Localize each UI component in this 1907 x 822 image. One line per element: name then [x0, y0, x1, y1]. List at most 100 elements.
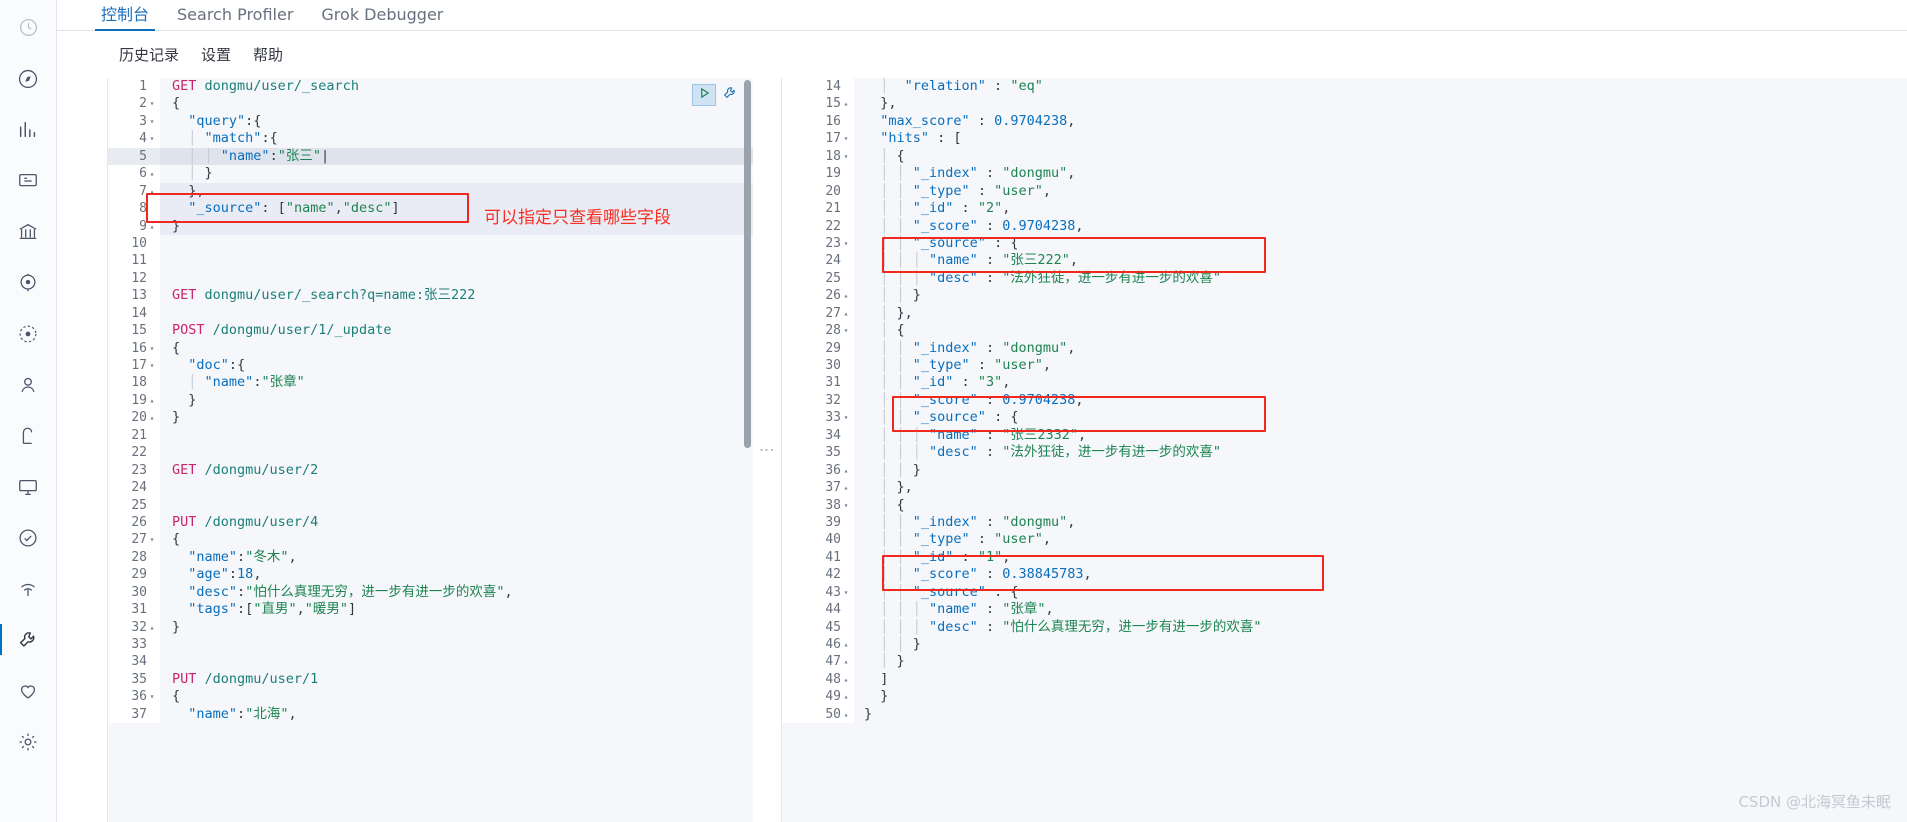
fold-toggle-icon[interactable]: ▴: [841, 305, 851, 322]
response-line[interactable]: 18 ▾ │ {: [782, 147, 1907, 166]
response-pane[interactable]: 14 │ "relation" : "eq" 15 ▴ }, 16 "max_scor…: [781, 78, 1907, 822]
response-line[interactable]: 20 │ │ "_type" : "user",: [782, 182, 1907, 201]
request-line[interactable]: 33: [108, 636, 753, 654]
dev-tools-tabs[interactable]: 控制台 Search Profiler Grok Debugger: [57, 0, 1907, 31]
request-editor[interactable]: 1 GET dongmu/user/_search 2 ▾{3 ▾ "query":{4…: [108, 78, 753, 822]
fold-toggle-icon[interactable]: ▴: [147, 218, 157, 235]
request-line[interactable]: 6 ▴ │ }: [108, 165, 753, 183]
fold-toggle-icon[interactable]: ▾: [147, 113, 157, 130]
request-line[interactable]: 36 ▾ {: [108, 688, 753, 706]
response-line[interactable]: 46 ▴ │ │ }: [782, 636, 1907, 654]
response-line[interactable]: 47 ▴ │ }: [782, 653, 1907, 671]
response-line[interactable]: 22 │ │ "_score" : 0.9704238,: [782, 217, 1907, 235]
response-line[interactable]: 49 ▴ }: [782, 688, 1907, 706]
request-line[interactable]: 24: [108, 479, 753, 497]
request-line[interactable]: 27 ▾ {: [108, 531, 753, 549]
fold-toggle-icon[interactable]: ▴: [841, 706, 851, 723]
fold-toggle-icon[interactable]: ▴: [841, 671, 851, 688]
tab-search-profiler[interactable]: Search Profiler: [163, 7, 307, 30]
fold-toggle-icon[interactable]: ▾: [841, 235, 851, 252]
request-line[interactable]: 14: [108, 304, 753, 323]
response-line[interactable]: 48 ▴ ]: [782, 670, 1907, 689]
rail-item-uptime[interactable]: [0, 359, 57, 410]
response-line[interactable]: 45 │ │ │ "desc" : "怕什么真理无穷，进一步有进一步的欢喜": [782, 618, 1907, 637]
request-line[interactable]: 17 ▾ "doc":{: [108, 357, 753, 375]
rail-item-graph[interactable]: [0, 308, 57, 359]
response-line[interactable]: 36 ▴ │ │ }: [782, 461, 1907, 480]
request-line[interactable]: 37 "name":"北海",: [108, 705, 753, 724]
fold-toggle-icon[interactable]: ▴: [147, 392, 157, 409]
response-line[interactable]: 33 ▾ │ │ "_source" : {: [782, 409, 1907, 427]
request-line[interactable]: 7 ▴ },: [108, 182, 753, 201]
request-line[interactable]: 10: [108, 234, 753, 253]
request-line[interactable]: 31 "tags":["直男","暖男"]: [108, 601, 753, 619]
fold-toggle-icon[interactable]: ▾: [841, 148, 851, 165]
fold-toggle-icon[interactable]: ▾: [841, 409, 851, 426]
rail-item-logs[interactable]: [0, 512, 57, 563]
fold-toggle-icon[interactable]: ▾: [841, 130, 851, 147]
request-line[interactable]: 22: [108, 444, 753, 462]
fold-toggle-icon[interactable]: ▾: [147, 130, 157, 147]
response-line[interactable]: 27 ▴ │ },: [782, 304, 1907, 323]
request-line[interactable]: 4 ▾ │ "match":{: [108, 130, 753, 148]
rail-item-stack-monitoring[interactable]: [0, 665, 57, 716]
request-line[interactable]: 2 ▾ {: [108, 95, 753, 113]
response-line[interactable]: 14 │ "relation" : "eq": [782, 78, 1907, 96]
request-line[interactable]: 12: [108, 269, 753, 288]
fold-toggle-icon[interactable]: ▴: [841, 636, 851, 653]
response-line[interactable]: 44 │ │ │ "name" : "张章",: [782, 601, 1907, 619]
request-line[interactable]: 34: [108, 653, 753, 671]
response-line[interactable]: 35 │ │ │ "desc" : "法外狂徒，进一步有进一步的欢喜": [782, 444, 1907, 462]
request-line[interactable]: 1 GET dongmu/user/_search: [108, 78, 753, 96]
response-line[interactable]: 50 ▴}: [782, 705, 1907, 724]
request-line[interactable]: 30 "desc":"怕什么真理无穷，进一步有进一步的欢喜",: [108, 583, 753, 602]
response-line[interactable]: 29 │ │ "_index" : "dongmu",: [782, 339, 1907, 358]
rail-item-metrics[interactable]: [0, 461, 57, 512]
fold-toggle-icon[interactable]: ▴: [841, 462, 851, 479]
response-line[interactable]: 19 │ │ "_index" : "dongmu",: [782, 165, 1907, 183]
fold-toggle-icon[interactable]: ▴: [841, 287, 851, 304]
rail-item-dashboard[interactable]: [0, 104, 57, 155]
request-line[interactable]: 29 "age":18,: [108, 566, 753, 584]
response-line[interactable]: 34 │ │ │ "name" : "张三2332",: [782, 426, 1907, 445]
rail-item-observability[interactable]: [0, 563, 57, 614]
response-line[interactable]: 38 ▾ │ {: [782, 496, 1907, 514]
response-line[interactable]: 32 │ │ "_score" : 0.9704238,: [782, 391, 1907, 410]
rail-item-management[interactable]: [0, 716, 57, 767]
fold-toggle-icon[interactable]: ▴: [841, 479, 851, 496]
request-line[interactable]: 5 │ │ "name":"张三"|: [108, 147, 753, 166]
response-line[interactable]: 23 ▾ │ │ "_source" : {: [782, 234, 1907, 253]
response-line[interactable]: 41 │ │ "_id" : "1",: [782, 548, 1907, 567]
response-line[interactable]: 43 ▾ │ │ "_source" : {: [782, 583, 1907, 602]
rail-item-dev-tools[interactable]: [0, 614, 57, 665]
request-line[interactable]: 25: [108, 496, 753, 514]
fold-toggle-icon[interactable]: ▴: [147, 619, 157, 636]
rail-item-canvas[interactable]: [0, 155, 57, 206]
response-line[interactable]: 42 │ │ "_score" : 0.38845783,: [782, 566, 1907, 584]
fold-toggle-icon[interactable]: ▾: [841, 322, 851, 339]
rail-item-recently-viewed[interactable]: [0, 2, 57, 53]
response-line[interactable]: 39 │ │ "_index" : "dongmu",: [782, 513, 1907, 532]
request-editor-pane[interactable]: 1 GET dongmu/user/_search 2 ▾{3 ▾ "query":{4…: [107, 78, 753, 822]
response-line[interactable]: 40 │ │ "_type" : "user",: [782, 531, 1907, 549]
request-line[interactable]: 28 "name":"冬木",: [108, 548, 753, 567]
pane-splitter[interactable]: ⋮: [753, 78, 781, 822]
request-actions[interactable]: [692, 84, 741, 106]
response-line[interactable]: 31 │ │ "_id" : "3",: [782, 374, 1907, 392]
response-line[interactable]: 28 ▾ │ {: [782, 322, 1907, 340]
request-line[interactable]: 21: [108, 426, 753, 445]
request-line[interactable]: 18 │ "name":"张章": [108, 374, 753, 392]
rail-item-machine-learning[interactable]: [0, 257, 57, 308]
response-line[interactable]: 30 │ │ "_type" : "user",: [782, 357, 1907, 375]
response-line[interactable]: 15 ▴ },: [782, 95, 1907, 113]
fold-toggle-icon[interactable]: ▴: [147, 165, 157, 182]
fold-toggle-icon[interactable]: ▾: [147, 688, 157, 705]
fold-toggle-icon[interactable]: ▴: [841, 95, 851, 112]
response-line[interactable]: 21 │ │ "_id" : "2",: [782, 200, 1907, 218]
fold-toggle-icon[interactable]: ▴: [147, 183, 157, 200]
fold-toggle-icon[interactable]: ▴: [841, 653, 851, 670]
request-editor-scrollbar[interactable]: [744, 80, 751, 448]
response-line[interactable]: 25 │ │ │ "desc" : "法外狂徒，进一步有进一步的欢喜": [782, 269, 1907, 288]
request-line[interactable]: 26 PUT /dongmu/user/4: [108, 513, 753, 532]
response-editor[interactable]: 14 │ "relation" : "eq" 15 ▴ }, 16 "max_scor…: [782, 78, 1907, 822]
